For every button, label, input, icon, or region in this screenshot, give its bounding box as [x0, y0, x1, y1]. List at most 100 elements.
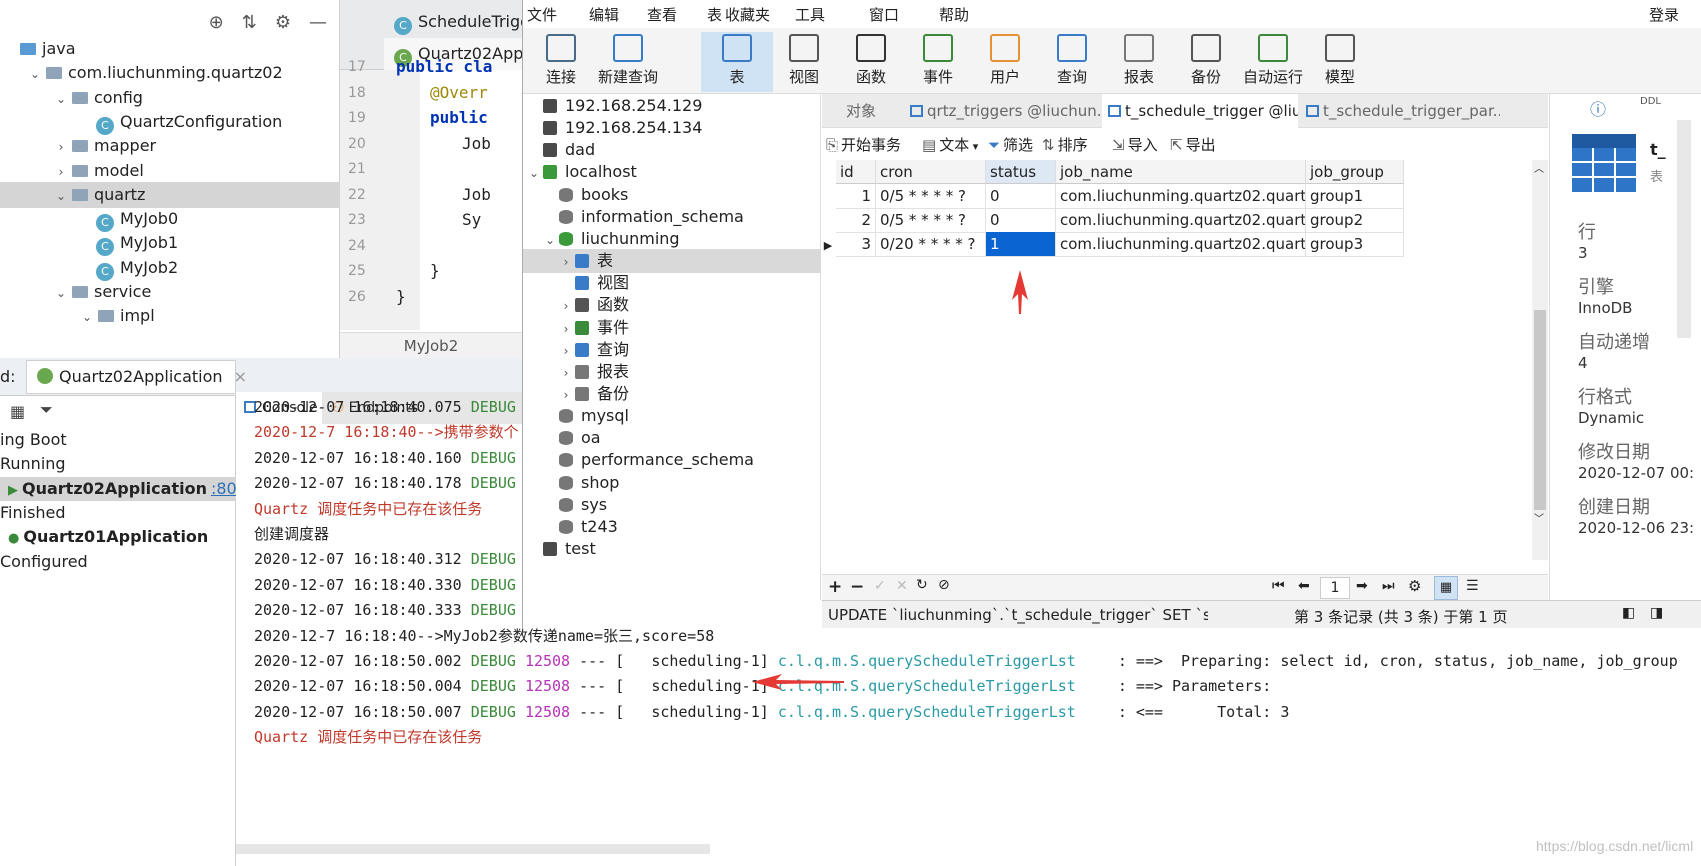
object-tab[interactable]: 对象 [822, 94, 902, 128]
grid-cell[interactable]: 0 [986, 208, 1056, 233]
grid-cell[interactable]: 0/5 * * * * ? [876, 184, 986, 209]
chevron-down-icon[interactable]: ⌄ [80, 304, 94, 330]
login-link[interactable]: 登录 [1649, 4, 1679, 25]
tree-item[interactable]: C MyJob2 [0, 255, 178, 281]
tree-item[interactable]: ⌄ com.liuchunming.quartz02 [0, 60, 283, 86]
menu-item[interactable]: 工具 [795, 4, 825, 25]
filter-icon[interactable]: ⏷ [40, 400, 53, 420]
grid-cell[interactable]: com.liuchunming.quartz02.quartz.My [1056, 232, 1306, 257]
connection-tree-item[interactable]: › 备份 [523, 382, 821, 406]
connection-tree-item[interactable]: dad [523, 138, 821, 162]
toolbar-user-button[interactable]: 用户 [969, 32, 1041, 92]
scroll-up-icon[interactable]: ︿ [1534, 160, 1544, 175]
run-tree-item[interactable]: Configured [0, 550, 236, 574]
menu-item[interactable]: 窗口 [869, 4, 899, 25]
vertical-scrollbar[interactable]: ︿ ﹀ [1532, 160, 1548, 560]
add-row-icon[interactable]: + [828, 577, 842, 597]
panel-right-icon[interactable]: ◨ [1650, 605, 1663, 621]
connection-tree-item[interactable]: › 事件 [523, 316, 821, 340]
connection-tree-item[interactable]: mysql [523, 404, 821, 428]
horizontal-scrollbar[interactable] [236, 844, 710, 854]
info-icon[interactable]: ⓘ [1590, 96, 1606, 120]
run-tree-item[interactable]: ing Boot [0, 428, 236, 452]
connection-tree-item[interactable]: › 表 [523, 249, 821, 274]
connection-tree-item[interactable]: ⌄ liuchunming [523, 227, 821, 251]
apply-icon[interactable]: ✓ [874, 578, 886, 594]
chevron-down-icon[interactable]: ⌄ [54, 86, 68, 112]
settings-icon[interactable]: ⚙ [1408, 577, 1421, 595]
connection-tree-item[interactable]: › 函数 [523, 293, 821, 317]
ddl-icon[interactable]: DDL [1640, 96, 1661, 107]
action-sort[interactable]: ⇅ 排序 [1042, 134, 1088, 155]
run-tree-item[interactable]: Running [0, 452, 236, 476]
delete-row-icon[interactable]: − [850, 577, 864, 597]
grid-cell[interactable]: group1 [1306, 184, 1404, 209]
menu-item[interactable]: 查看 [647, 4, 677, 25]
action-import[interactable]: ⇲ 导入 [1112, 134, 1158, 155]
locate-icon[interactable]: ⊕ [209, 12, 224, 33]
column-header[interactable]: job_name [1056, 160, 1306, 184]
tree-item[interactable]: C MyJob0 [0, 206, 178, 233]
toolbar-schedule-button[interactable]: 自动运行 [1237, 32, 1309, 92]
grid-view-icon[interactable]: ▦ [1434, 576, 1458, 600]
grid-cell[interactable]: 1 [986, 232, 1056, 257]
toolbar-view-button[interactable]: 视图 [768, 32, 840, 92]
prev-page-icon[interactable]: ⬅ [1298, 578, 1310, 594]
connection-tree-item[interactable]: shop [523, 471, 821, 495]
tree-item[interactable]: › model [0, 158, 144, 184]
action-begin-transaction[interactable]: ⎘ 开始事务 [826, 134, 901, 155]
form-view-icon[interactable]: ☰ [1466, 578, 1479, 594]
connection-tree-item[interactable]: 192.168.254.129 [523, 94, 821, 118]
chevron-right-icon[interactable]: › [54, 134, 68, 160]
collapse-icon[interactable]: ⇅ [242, 12, 257, 33]
run-tab[interactable]: Quartz02Application × [26, 360, 247, 394]
tree-item[interactable]: ⌄ service [0, 279, 151, 305]
connection-tree-item[interactable]: sys [523, 493, 821, 517]
scroll-down-icon[interactable]: ﹀ [1534, 510, 1544, 525]
column-header[interactable]: status [986, 160, 1056, 184]
tree-item[interactable]: ⌄ config [0, 85, 143, 111]
grid-cell[interactable]: com.liuchunming.quartz02.quartz.My [1056, 208, 1306, 233]
column-header[interactable]: cron [876, 160, 986, 184]
toolbar-table-button[interactable]: 表 [701, 32, 773, 92]
close-icon[interactable]: × [234, 367, 247, 386]
toolbar-function-button[interactable]: 函数 [835, 32, 907, 92]
toolbar-report-button[interactable]: 报表 [1103, 32, 1175, 92]
discard-icon[interactable]: ✕ [896, 578, 908, 594]
tree-item[interactable]: java [0, 36, 76, 62]
minimize-icon[interactable]: — [309, 12, 327, 33]
run-tree-item[interactable]: Finished [0, 501, 236, 525]
chevron-down-icon[interactable]: ⌄ [54, 280, 68, 306]
run-tree-item[interactable]: ● Quartz01Application [0, 525, 236, 549]
object-tab[interactable]: qrtz_triggers @liuchun... [904, 94, 1100, 128]
stop-icon[interactable]: ⊘ [938, 577, 950, 593]
grid-cell[interactable]: 0/20 * * * * ? [876, 232, 986, 257]
menu-item[interactable]: 帮助 [939, 4, 969, 25]
grid-cell[interactable]: 0/5 * * * * ? [876, 208, 986, 233]
refresh-icon[interactable]: ↻ [916, 577, 928, 593]
column-header[interactable]: id [836, 160, 876, 184]
column-header[interactable]: job_group [1306, 160, 1404, 184]
menu-item[interactable]: 收藏夹 [725, 4, 770, 25]
action-export[interactable]: ⇱ 导出 [1170, 134, 1216, 155]
gear-icon[interactable]: ⚙ [275, 12, 291, 33]
run-tree-item[interactable]: ▶ Quartz02Application:80/ [0, 476, 242, 501]
object-tab[interactable]: t_schedule_trigger @liu... [1102, 94, 1298, 128]
toolbar-backup-button[interactable]: 备份 [1170, 32, 1242, 92]
menu-item[interactable]: 编辑 [589, 4, 619, 25]
connection-tree-item[interactable]: 视图 [523, 271, 821, 295]
grid-cell[interactable]: com.liuchunming.quartz02.quartz.My [1056, 184, 1306, 209]
toolbar-plug-button[interactable]: 连接 [525, 32, 597, 92]
connection-tree-item[interactable]: ⌄ localhost [523, 160, 821, 184]
grid-cell[interactable]: 3 [836, 232, 876, 257]
connection-tree-item[interactable]: performance_schema [523, 448, 821, 472]
connection-tree-item[interactable]: information_schema [523, 205, 821, 229]
editor-tab-schedule-trigger[interactable]: C ScheduleTrigg [384, 6, 522, 38]
connection-tree-item[interactable]: books [523, 183, 821, 207]
tree-item[interactable]: ⌄ impl [0, 303, 155, 329]
grid-cell[interactable]: 0 [986, 184, 1056, 209]
grid-cell[interactable]: 2 [836, 208, 876, 233]
next-page-icon[interactable]: ➡ [1356, 578, 1368, 594]
grid-cell[interactable]: group3 [1306, 232, 1404, 257]
tree-item[interactable]: ⌄ quartz [0, 181, 340, 208]
